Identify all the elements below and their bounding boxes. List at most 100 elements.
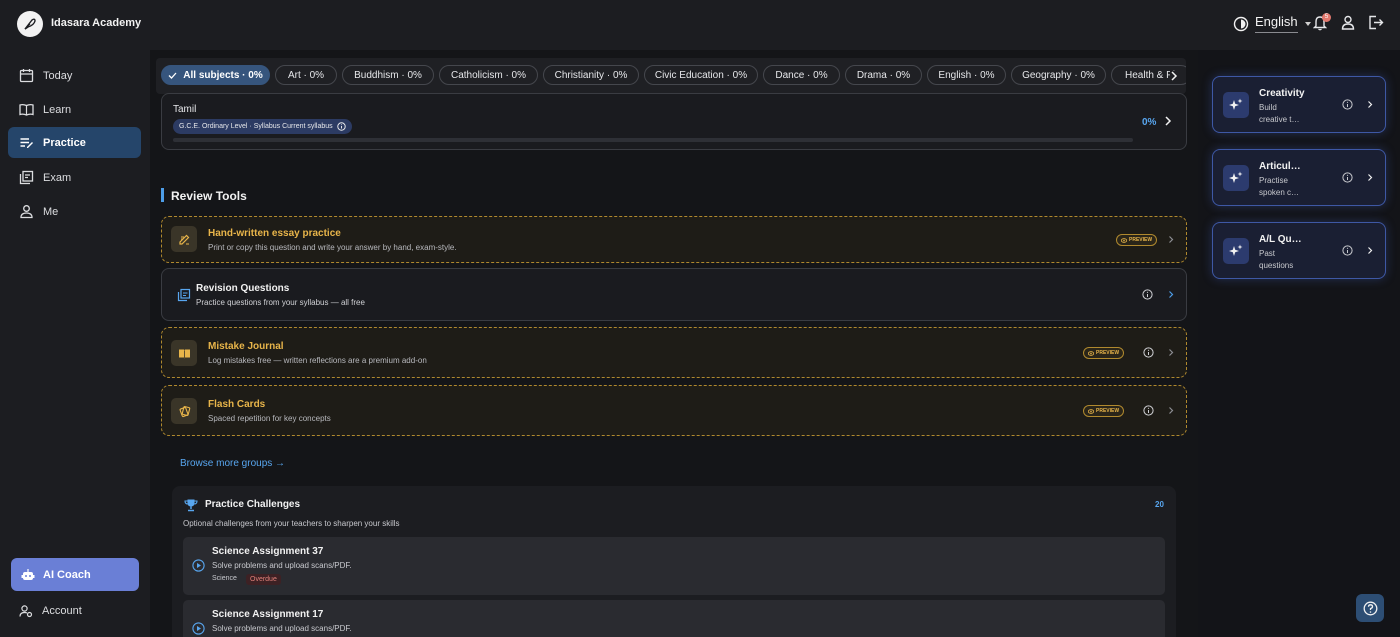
section-title: Review Tools — [171, 189, 247, 203]
sparkle-icon — [1223, 238, 1249, 264]
challenge-item[interactable]: Science Assignment 37 Solve problems and… — [183, 537, 1165, 595]
chevron-right-icon[interactable] — [1164, 115, 1172, 127]
logout-icon[interactable] — [1368, 15, 1384, 30]
feature-card-description: Practise spoken communication — [1259, 175, 1303, 199]
feature-card-line: Build — [1259, 103, 1277, 112]
feature-card-title: Articulation — [1259, 161, 1305, 172]
feature-card-line: Practise — [1259, 176, 1288, 185]
chevron-right-icon[interactable] — [1168, 348, 1174, 357]
chevron-right-icon[interactable] — [1168, 290, 1174, 299]
subject-progress-bar — [173, 138, 1133, 142]
feature-card-creativity[interactable]: Creativity Build creative thinking — [1212, 76, 1386, 133]
subject-chip[interactable]: Dance · 0% — [763, 65, 840, 85]
challenge-item[interactable]: Science Assignment 17 Solve problems and… — [183, 600, 1165, 637]
subject-chip[interactable]: Buddhism · 0% — [342, 65, 434, 85]
tool-title: Hand-written essay practice — [208, 228, 341, 239]
challenge-description: Solve problems and upload scans/PDF. — [212, 561, 352, 570]
play-circle-icon[interactable] — [192, 559, 205, 572]
sidebar-item-today[interactable]: Today — [8, 60, 141, 91]
play-circle-icon[interactable] — [192, 622, 205, 635]
sidebar-item-label: Me — [43, 205, 59, 218]
sidebar-item-learn[interactable]: Learn — [8, 94, 141, 125]
main-content: All subjects · 0% Art · 0% Buddhism · 0%… — [150, 50, 1198, 637]
challenges-subtitle: Optional challenges from your teachers t… — [183, 519, 400, 528]
language-selector[interactable]: English — [1233, 14, 1312, 33]
subject-chip-label: Buddhism · 0% — [354, 69, 422, 81]
challenge-description: Solve problems and upload scans/PDF. — [212, 624, 352, 633]
dropdown-arrow-icon[interactable] — [1304, 20, 1312, 28]
subject-chip[interactable]: Art · 0% — [275, 65, 337, 85]
tool-description: Log mistakes free — written reflections … — [208, 356, 427, 365]
language-label[interactable]: English — [1255, 14, 1298, 33]
tool-title: Flash Cards — [208, 399, 266, 410]
preview-label: PREVIEW — [1129, 237, 1153, 243]
chevron-right-icon[interactable] — [1170, 71, 1178, 81]
feature-card-articulation[interactable]: Articulation Practise spoken communicati… — [1212, 149, 1386, 206]
calendar-icon — [19, 69, 34, 83]
preview-label: PREVIEW — [1096, 350, 1120, 356]
feature-card-line: spoken communication — [1259, 188, 1303, 197]
practice-icon — [20, 138, 33, 148]
challenge-title: Science Assignment 37 — [212, 546, 324, 557]
tool-card-flash-cards[interactable]: Flash Cards Spaced repetition for key co… — [161, 385, 1187, 436]
subject-chip[interactable]: Catholicism · 0% — [439, 65, 538, 85]
subject-chip-label: Geography · 0% — [1022, 69, 1095, 81]
overdue-badge: Overdue — [246, 574, 281, 585]
sidebar: Today Learn Practice Exam Me AI Coach Ac… — [0, 50, 150, 637]
chevron-right-icon[interactable] — [1367, 173, 1373, 182]
subject-chip[interactable]: Geography · 0% — [1011, 65, 1106, 85]
sidebar-item-practice[interactable]: Practice — [8, 127, 141, 158]
subject-chip[interactable]: Christianity · 0% — [543, 65, 639, 85]
subject-filter-bar: All subjects · 0% Art · 0% Buddhism · 0%… — [156, 58, 1186, 94]
preview-badge: PREVIEW — [1083, 405, 1125, 417]
subject-chip-label: English · 0% — [938, 69, 995, 81]
info-icon[interactable] — [1143, 347, 1154, 358]
account-button[interactable]: Account — [11, 598, 82, 624]
challenge-subject: Science — [212, 575, 237, 582]
tool-card-handwritten-essay[interactable]: Hand-written essay practice Print or cop… — [161, 216, 1187, 263]
chevron-right-icon[interactable] — [1168, 235, 1174, 244]
subject-chip[interactable]: Civic Education · 0% — [644, 65, 758, 85]
subject-chip-label: Dance · 0% — [775, 69, 828, 81]
browse-more-link[interactable]: Browse more groups → — [180, 458, 285, 469]
tool-description: Practice questions from your syllabus — … — [196, 298, 365, 307]
feature-card-al-questions[interactable]: A/L Questions Past questions — [1212, 222, 1386, 279]
section-accent — [161, 188, 164, 202]
chevron-right-icon[interactable] — [1168, 406, 1174, 415]
subject-chip-label: Art · 0% — [287, 69, 325, 81]
feature-card-line: Past — [1259, 249, 1276, 258]
notification-badge: 5 — [1322, 13, 1331, 22]
subject-chip-all[interactable]: All subjects · 0% — [161, 65, 270, 85]
info-icon[interactable] — [1342, 99, 1353, 110]
ai-coach-button[interactable]: AI Coach — [11, 558, 139, 591]
profile-icon[interactable] — [1341, 15, 1355, 30]
sidebar-item-me[interactable]: Me — [8, 196, 141, 227]
tool-card-mistake-journal[interactable]: Mistake Journal Log mistakes free — writ… — [161, 327, 1187, 378]
app-logo[interactable] — [17, 11, 43, 37]
subject-chip-label: Catholicism · 0% — [450, 69, 527, 81]
preview-badge: PREVIEW — [1116, 234, 1158, 246]
subject-chip[interactable]: English · 0% — [927, 65, 1006, 85]
feature-card-line: questions — [1259, 261, 1294, 270]
tool-card-revision-questions[interactable]: Revision Questions Practice questions fr… — [161, 268, 1187, 321]
subject-name: Tamil — [173, 104, 197, 115]
info-icon[interactable] — [336, 122, 346, 131]
chevron-right-icon[interactable] — [1367, 246, 1373, 255]
eye-icon — [1088, 408, 1094, 414]
current-subject-card[interactable]: Tamil G.C.E. Ordinary Level · Syllabus C… — [161, 93, 1187, 150]
help-button[interactable] — [1356, 594, 1384, 622]
info-icon[interactable] — [1142, 289, 1153, 300]
info-icon[interactable] — [1342, 245, 1353, 256]
info-icon[interactable] — [1342, 172, 1353, 183]
feature-card-title: Creativity — [1259, 88, 1305, 99]
feature-card-title: A/L Questions — [1259, 234, 1305, 245]
challenges-count: 20 — [1155, 500, 1164, 509]
sidebar-item-label: Learn — [43, 103, 72, 116]
tool-description: Print or copy this question and write yo… — [208, 243, 457, 252]
sidebar-item-exam[interactable]: Exam — [8, 162, 141, 193]
info-icon[interactable] — [1143, 405, 1154, 416]
subject-chip[interactable]: Drama · 0% — [845, 65, 922, 85]
ai-coach-label: AI Coach — [43, 568, 91, 581]
chevron-right-icon[interactable] — [1367, 100, 1373, 109]
brightness-icon[interactable] — [1233, 16, 1249, 32]
